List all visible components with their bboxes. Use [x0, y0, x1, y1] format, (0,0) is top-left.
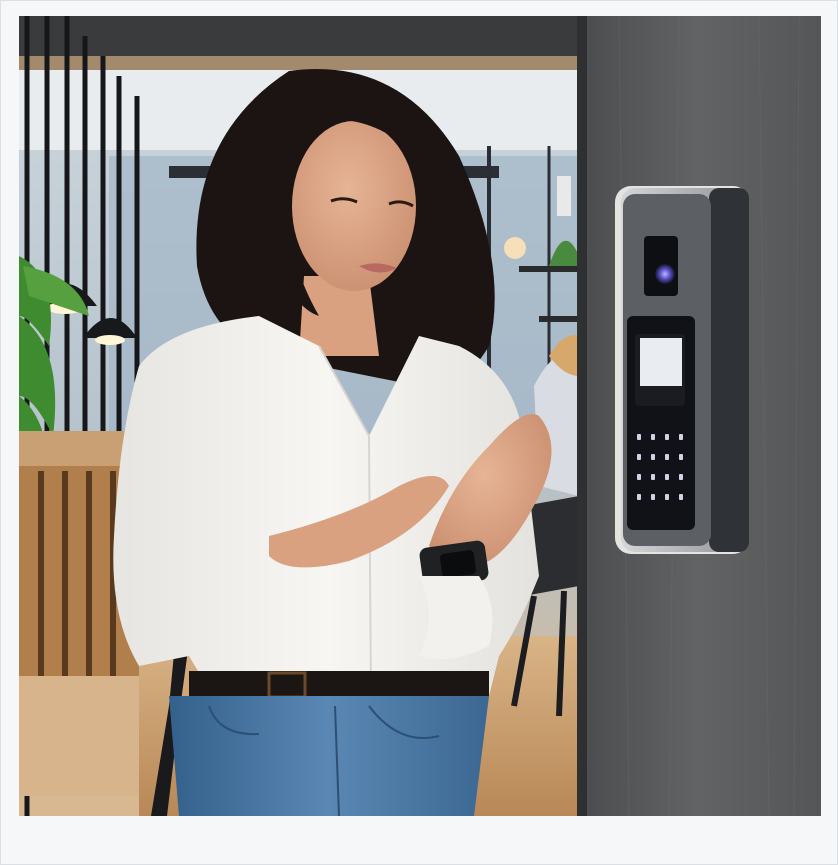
ceiling	[19, 16, 579, 56]
display-screen	[640, 338, 682, 386]
camera-lens	[655, 264, 675, 284]
belt	[189, 671, 489, 697]
jeans	[169, 696, 489, 816]
face	[292, 121, 416, 291]
scene-illustration	[19, 16, 821, 816]
photo	[19, 16, 821, 816]
access-control-terminal	[615, 186, 749, 554]
image-frame	[0, 0, 838, 865]
